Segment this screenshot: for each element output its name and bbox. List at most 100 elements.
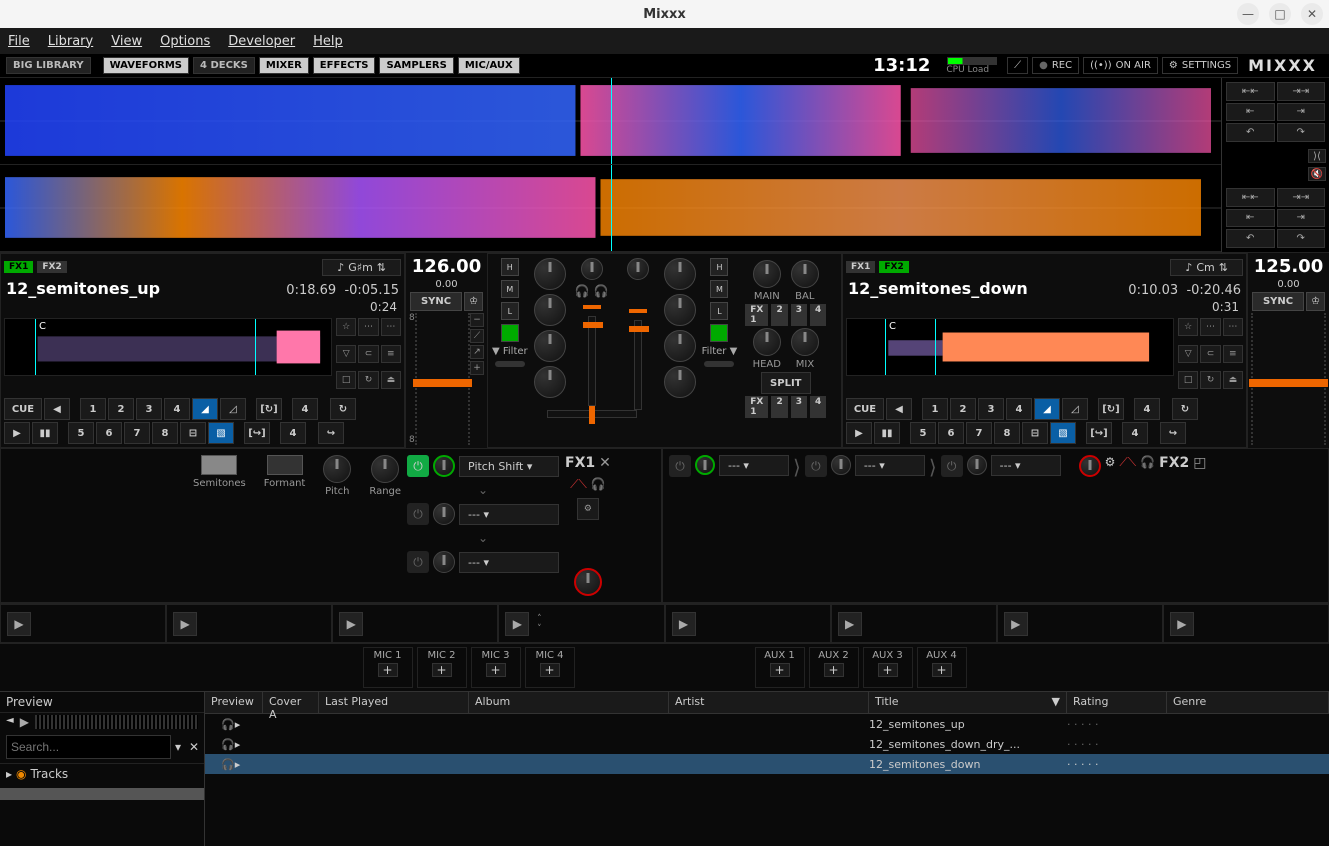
headphones-icon[interactable]: 🎧▸ [221,758,240,771]
deck2-beatjump-icon[interactable]: ◢ [1034,398,1060,420]
deck1-hotcue-6[interactable]: 6 [96,422,122,444]
ch2-pfl-button[interactable] [710,324,728,342]
deck2-loop-in-icon[interactable]: ↶ [1226,229,1275,248]
deck2-loopexit-icon[interactable]: [↪] [1086,422,1112,444]
sampler-6-play[interactable] [838,612,862,636]
deck1-key-display[interactable]: ♪G♯m⇅ [322,259,401,276]
deck1-fx1-assign[interactable]: FX1 [4,261,33,273]
deck1-rate-center-icon[interactable]: ⟋ [470,329,484,343]
deck1-fx2-assign[interactable]: FX2 [37,261,66,273]
deck2-bars-icon[interactable]: ≡ [1223,345,1243,363]
fx1-chevron-down-2-icon[interactable]: ⌄ [407,531,559,545]
menu-options[interactable]: Options [160,34,210,49]
deck2-hotcue-6[interactable]: 6 [938,422,964,444]
fx1-assign-icon[interactable]: ⟋⟍ [570,477,587,492]
main-fx3[interactable]: 3 [791,304,807,326]
deck2-hotcue-7[interactable]: 7 [966,422,992,444]
deck1-hotcue-4[interactable]: 4 [164,398,190,420]
deck1-rate-fader[interactable] [415,313,470,445]
toggle-4decks[interactable]: 4 DECKS [193,57,255,74]
ch1-pfl-l[interactable]: L [501,302,519,320]
deck2-beatjump-4[interactable]: 4 [1122,422,1148,444]
col-cover[interactable]: Cover A [263,692,319,713]
fx1-formant-toggle[interactable] [267,455,303,475]
sampler-2[interactable] [166,604,332,643]
fx1-slot1-meta[interactable] [433,455,455,477]
deck1-intro-icon[interactable]: ▽ [336,345,356,363]
deck1-overview[interactable]: C [4,318,332,376]
deck2-cue-button[interactable]: CUE [846,398,884,420]
fx1-slot1-select[interactable]: Pitch Shift ▾ [459,456,559,477]
main-knob[interactable] [753,260,781,288]
head-knob[interactable] [753,328,781,356]
fx1-close-icon[interactable]: ✕ [599,455,611,471]
tree-tracks[interactable]: ▸◉Tracks [0,764,204,784]
deck1-reloop-icon[interactable]: ↻ [330,398,356,420]
deck2-eject-icon[interactable]: ⏏ [1223,371,1243,389]
deck2-nudge-back-icon[interactable]: ⇤ [1226,209,1275,228]
aux1-add-button[interactable]: + [770,663,790,677]
deck1-slip-icon[interactable]: □ [336,371,356,389]
deck1-bars-icon[interactable]: ≡ [381,345,401,363]
search-input[interactable] [6,735,171,759]
ch2-volume-fader[interactable] [634,320,642,410]
ch1-pfl-m[interactable]: M [501,280,519,298]
deck2-hotcue-1[interactable]: 1 [922,398,948,420]
deck2-fx1-assign[interactable]: FX1 [846,261,875,273]
headmix-knob[interactable] [791,328,819,356]
chevron-updown-icon[interactable]: ⇅ [377,261,386,274]
fx1-pitch-knob[interactable] [323,455,351,483]
preview-play-icon[interactable] [20,715,29,729]
fx2-slot2-select[interactable]: --- ▾ [855,455,925,476]
deck2-slip-icon[interactable]: □ [1178,371,1198,389]
ch1-pfl-button[interactable] [501,324,519,342]
toggle-waveforms[interactable]: WAVEFORMS [103,57,189,74]
ch1-filter-knob[interactable] [534,366,566,398]
deck2-loopsize-4[interactable]: 4 [1134,398,1160,420]
deck2-reloop-icon[interactable]: ↻ [1172,398,1198,420]
deck1-beatjump-4[interactable]: 4 [280,422,306,444]
ch1-eq-high[interactable] [534,258,566,290]
deck1-nudge-fwd-icon[interactable]: ⇥ [1277,103,1326,122]
fx1-slot2-power[interactable]: ⏻ [407,503,429,525]
menu-help[interactable]: Help [313,34,343,49]
deck1-play-button[interactable]: ▶ [4,422,30,444]
col-preview[interactable]: Preview [205,692,263,713]
fx2-headphone-icon[interactable]: 🎧 [1140,455,1155,469]
main-fx4[interactable]: 4 [810,304,826,326]
mic3-add-button[interactable]: + [486,663,506,677]
ch2-pfl-l[interactable]: L [710,302,728,320]
preview-prev-icon[interactable]: ◄ [6,715,14,729]
deck1-bpm[interactable]: 126.00 [412,256,481,277]
toggle-big-library[interactable]: BIG LIBRARY [6,57,91,74]
menu-developer[interactable]: Developer [228,34,295,49]
row3-rating[interactable]: · · · · · [1067,758,1167,771]
head-fx1[interactable]: FX 1 [745,396,768,418]
deck2-bpm[interactable]: 125.00 [1254,256,1323,277]
deck1-hotcue-3[interactable]: 3 [136,398,162,420]
deck2-dots1[interactable]: ⋯ [1200,318,1220,336]
deck2-beats-earlier-icon[interactable]: ⇤⇤ [1226,188,1275,207]
deck2-repeat-icon[interactable]: ↻ [1200,371,1220,389]
sampler-1-play[interactable] [7,612,31,636]
headphones-icon[interactable]: 🎧 [575,284,590,298]
sampler-page-up-icon[interactable]: ˄ [537,614,542,624]
deck2-hotcue-8[interactable]: 8 [994,422,1020,444]
search-dropdown-icon[interactable]: ▾ [171,740,185,754]
sampler-3-play[interactable] [339,612,363,636]
deck1-beats-later-icon[interactable]: ⇥⇥ [1277,82,1326,101]
col-last-played[interactable]: Last Played [319,692,469,713]
row1-rating[interactable]: · · · · · [1067,718,1167,731]
sampler-4-play[interactable] [505,612,529,636]
deck2-beats-later-icon[interactable]: ⇥⇥ [1277,188,1326,207]
maximize-button[interactable]: □ [1269,3,1291,25]
fx1-slot3-power[interactable]: ⏻ [407,551,429,573]
collapse-icon[interactable]: ⟩⟨ [1308,149,1326,163]
row2-rating[interactable]: · · · · · [1067,738,1167,751]
fx2-slot3-select[interactable]: --- ▾ [991,455,1061,476]
sampler-5-play[interactable] [672,612,696,636]
deck1-rate-expand-icon[interactable]: ↗ [470,345,484,359]
fx2-slot1-power[interactable]: ⏻ [669,455,691,477]
table-row[interactable]: 🎧▸ 12_semitones_up · · · · · [205,714,1329,734]
deck1-leader-icon[interactable]: ♔ [464,292,483,311]
